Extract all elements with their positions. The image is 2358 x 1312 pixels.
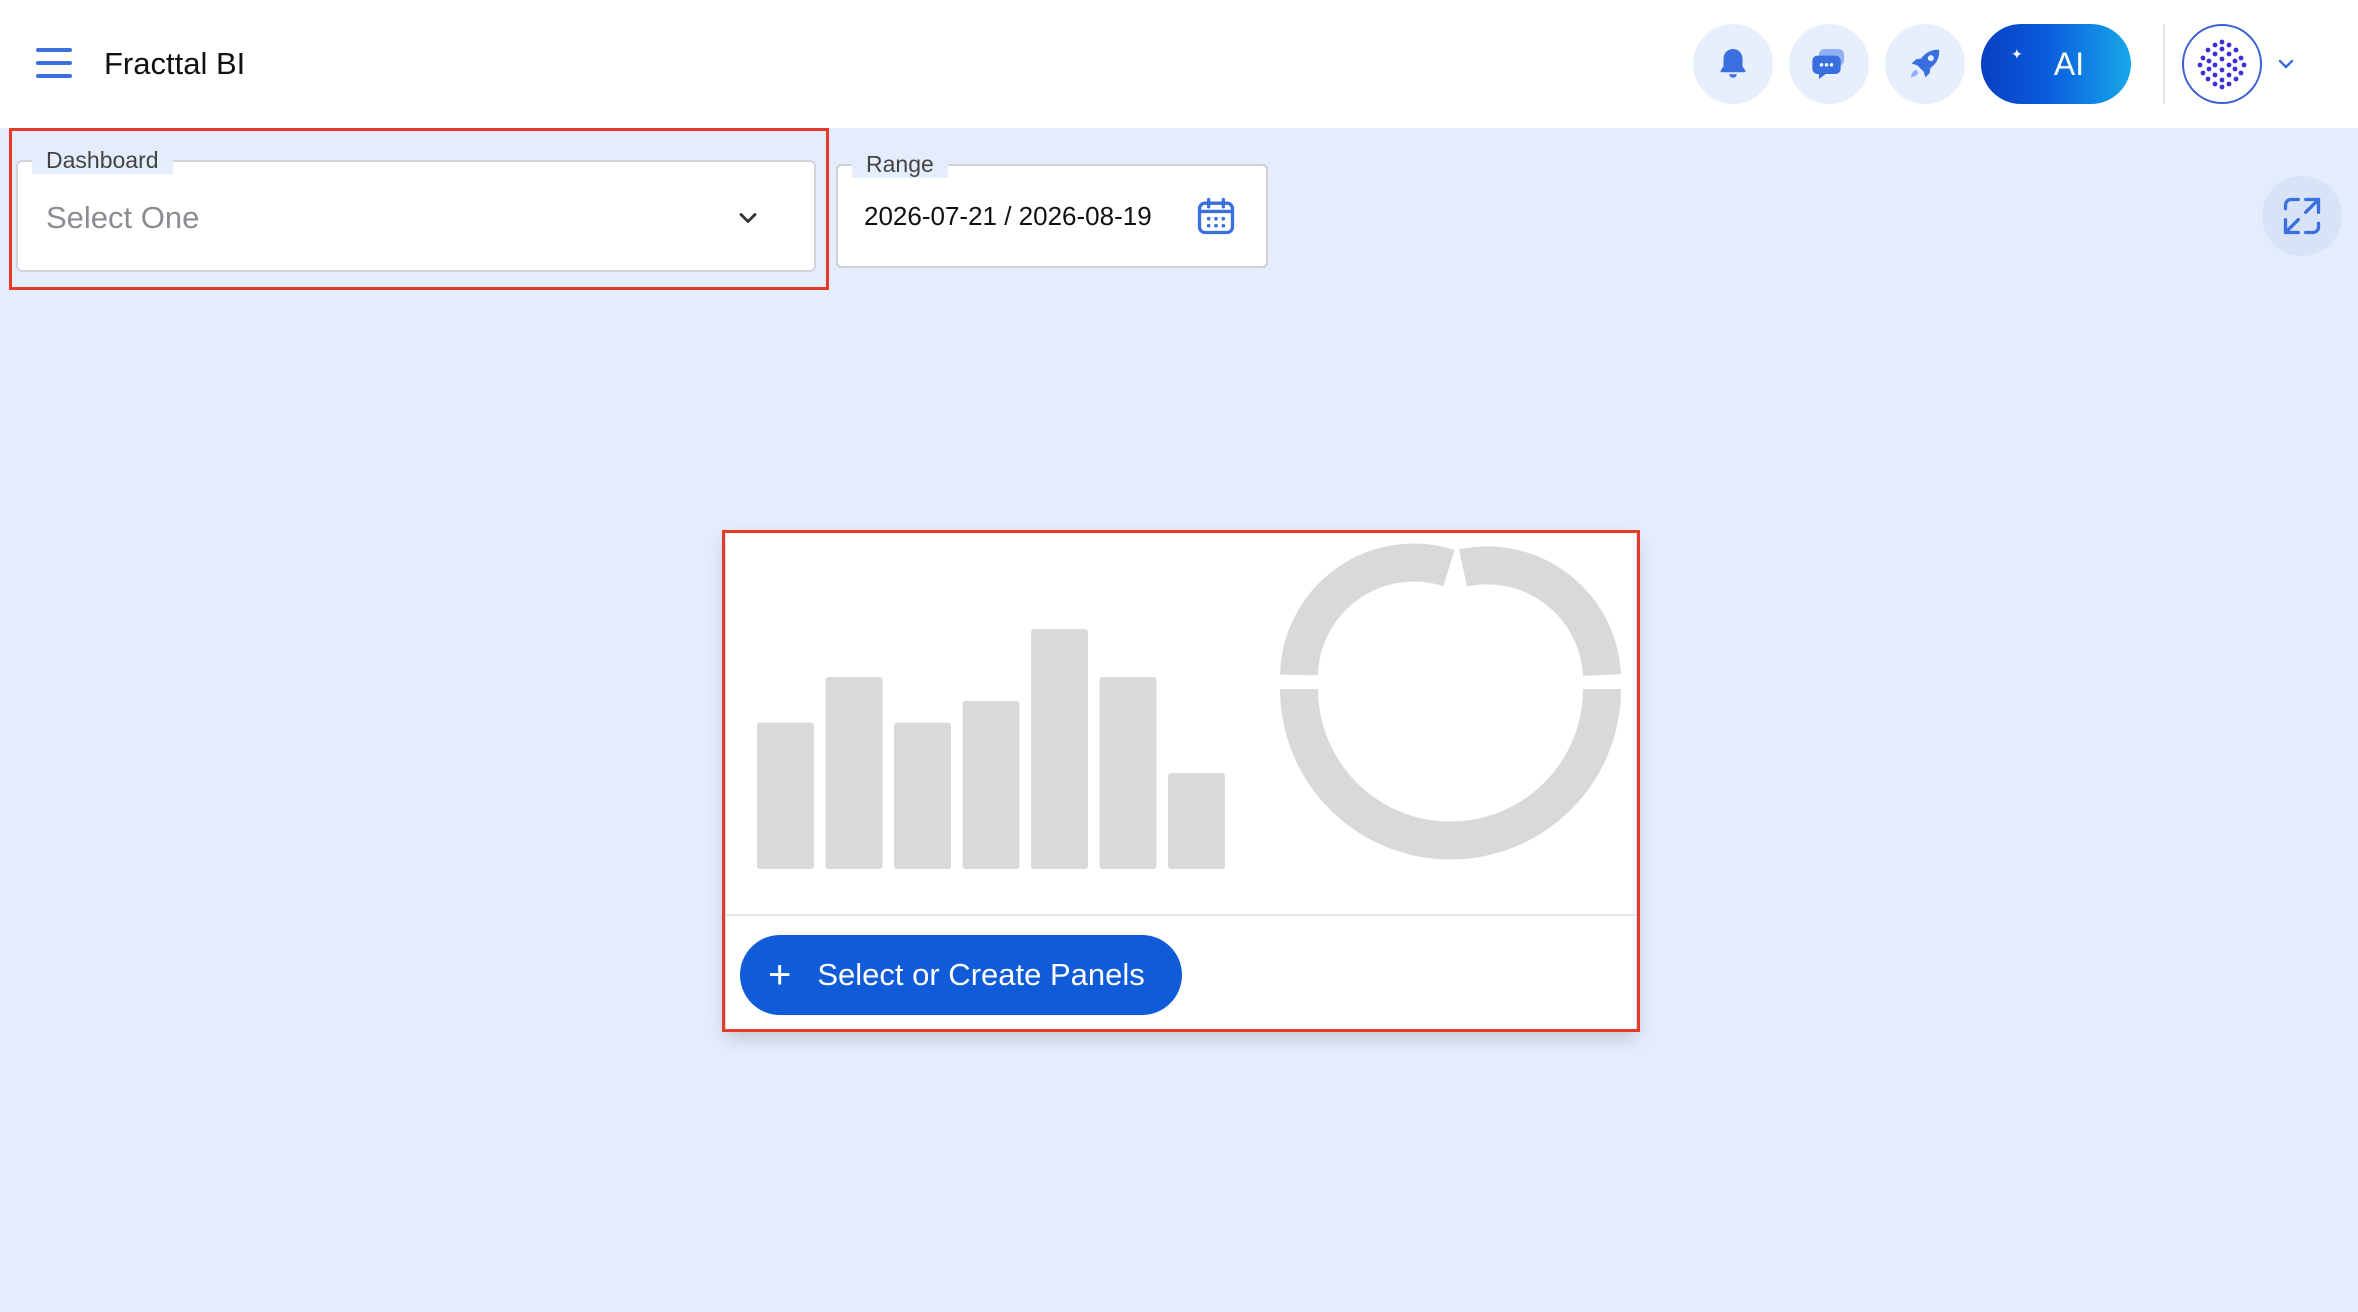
- app-title: Fracttal BI: [104, 46, 246, 81]
- empty-state-illustration: [757, 543, 1621, 869]
- sparkle-icon: ✦: [2011, 46, 2023, 62]
- date-range-value: 2026-07-21 / 2026-08-19: [864, 201, 1152, 231]
- plus-icon: +: [768, 953, 792, 997]
- dashboard-select[interactable]: Dashboard Select One: [16, 146, 816, 272]
- hamburger-menu-icon[interactable]: [34, 44, 74, 84]
- card-divider: [726, 914, 1636, 916]
- bar-placeholder: [757, 722, 814, 869]
- donut-segment: [1280, 688, 1621, 860]
- bell-icon: [1720, 48, 1746, 78]
- donut-segment: [1459, 546, 1621, 677]
- bar-placeholder: [825, 677, 883, 869]
- expand-fullscreen-icon: [2283, 197, 2321, 235]
- donut-placeholder: [1280, 543, 1621, 860]
- expand-button[interactable]: [2262, 176, 2342, 256]
- chat-bubbles-icon: [1812, 49, 1844, 79]
- calendar-icon[interactable]: [1194, 194, 1238, 238]
- ai-button-label: AI: [2053, 45, 2085, 82]
- top-app-bar: Fracttal BI ✦ AI: [0, 0, 2358, 128]
- dotted-globe-logo-icon: [2197, 39, 2247, 90]
- bar-placeholder: [1031, 629, 1088, 869]
- donut-segment: [1280, 543, 1455, 676]
- chevron-down-icon[interactable]: [2274, 52, 2298, 76]
- empty-dashboard-card: + Select or Create Panels: [726, 533, 1636, 1029]
- chat-button[interactable]: [1789, 24, 1869, 104]
- select-or-create-panels-label: Select or Create Panels: [817, 957, 1145, 992]
- bar-placeholder: [1099, 677, 1157, 869]
- date-range-field[interactable]: Range 2026-07-21 / 2026-08-19: [836, 150, 1268, 268]
- bar-placeholder: [1168, 773, 1225, 869]
- rocket-icon: [1910, 49, 1940, 78]
- notifications-button[interactable]: [1693, 24, 1773, 104]
- bar-placeholder: [962, 701, 1020, 869]
- launch-button[interactable]: [1885, 24, 1965, 104]
- header-divider: [2163, 24, 2165, 104]
- date-range-label: Range: [852, 150, 948, 178]
- dashboard-select-label: Dashboard: [32, 146, 173, 174]
- ai-assistant-button[interactable]: ✦ AI: [1981, 24, 2131, 104]
- bar-placeholder: [894, 722, 951, 869]
- select-or-create-panels-button[interactable]: + Select or Create Panels: [740, 935, 1182, 1015]
- chevron-down-icon: [739, 213, 757, 223]
- dashboard-select-value: Select One: [46, 200, 200, 235]
- user-avatar[interactable]: [2182, 24, 2262, 104]
